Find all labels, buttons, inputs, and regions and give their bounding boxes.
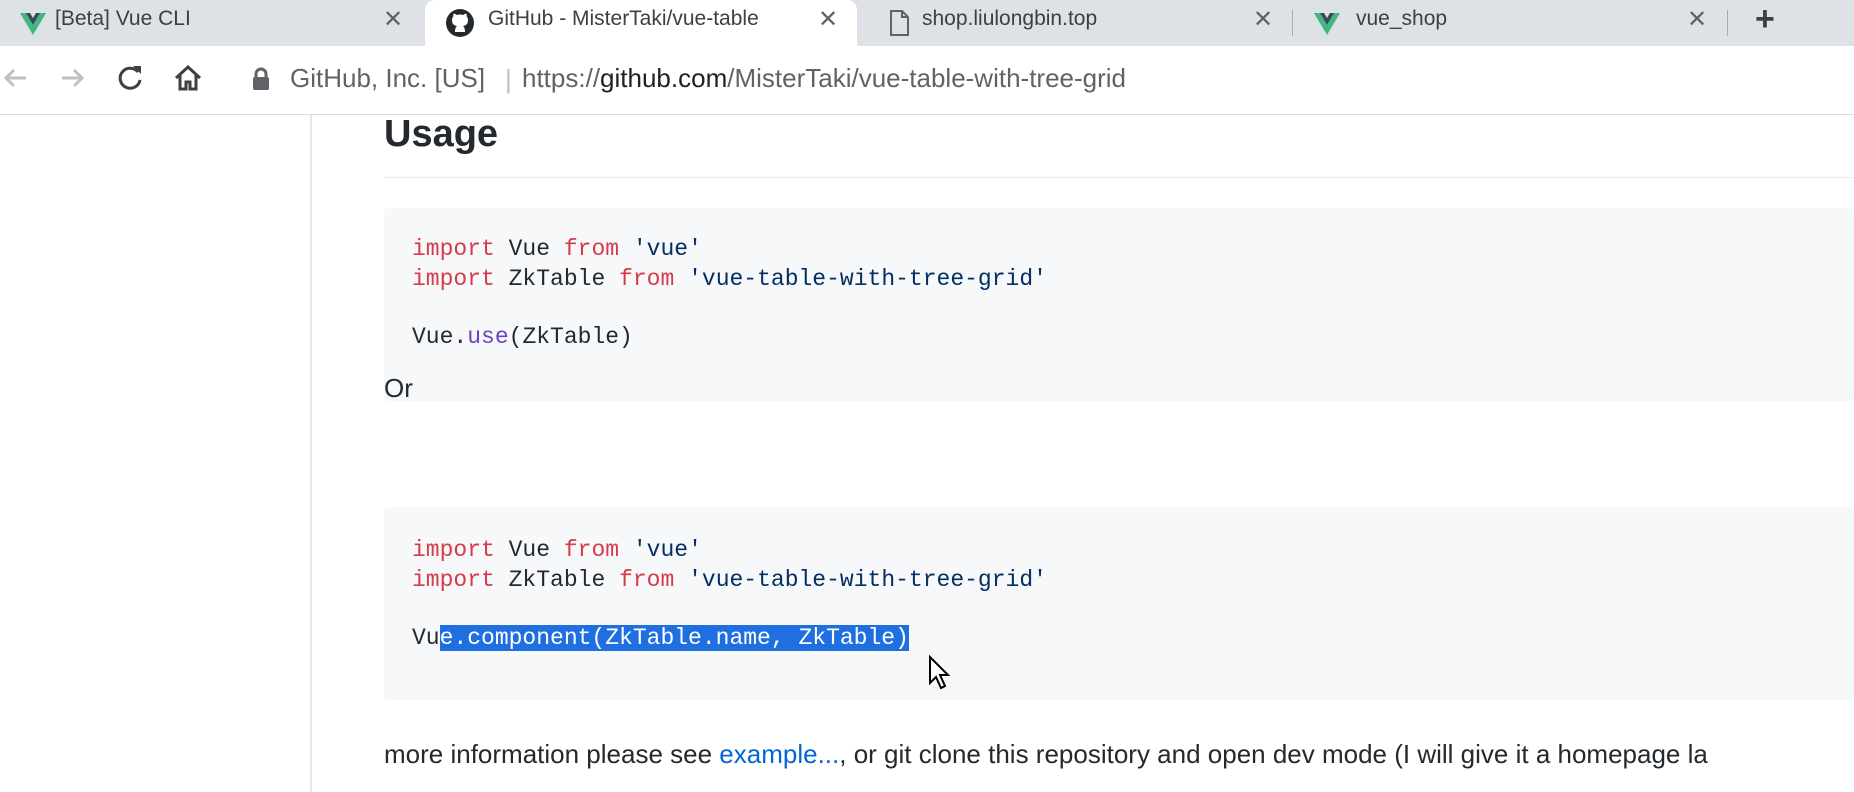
- tab-title: vue_shop: [1356, 7, 1448, 30]
- address-bar[interactable]: https://github.com/MisterTaki/vue-table-…: [522, 63, 1126, 94]
- keyword: import: [412, 266, 495, 292]
- github-icon: [446, 9, 474, 37]
- browser-toolbar: GitHub, Inc. [US] | https://github.com/M…: [0, 46, 1854, 115]
- paragraph-text: , or git clone this repository and open …: [839, 739, 1708, 769]
- tab-vue-shop[interactable]: vue_shop ✕: [1295, 0, 1727, 46]
- omnibox-separator: |: [505, 64, 512, 94]
- code-line: import Vue from 'vue': [412, 537, 702, 563]
- code-line: Vue.use(ZkTable): [412, 324, 633, 350]
- close-icon[interactable]: ✕: [1687, 5, 1707, 34]
- keyword: from: [563, 537, 620, 563]
- code-line: import ZkTable from 'vue-table-with-tree…: [412, 567, 1047, 593]
- page-heading: Usage: [384, 113, 499, 155]
- tab-title: shop.liulongbin.top: [922, 7, 1098, 30]
- code-line: Vue.component(ZkTable.name, ZkTable): [412, 625, 909, 651]
- string: 'vue-table-with-tree-grid': [674, 567, 1047, 593]
- mouse-cursor-icon: [929, 655, 951, 690]
- keyword: import: [412, 537, 495, 563]
- identifier: Vue: [494, 236, 564, 262]
- vue-icon: [1314, 13, 1340, 35]
- paragraph-text: more information please see: [384, 739, 720, 769]
- code-line: import Vue from 'vue': [412, 236, 702, 262]
- close-icon[interactable]: ✕: [818, 5, 838, 34]
- more-info-text: more information please see example..., …: [384, 739, 1708, 770]
- string: 'vue': [619, 236, 702, 262]
- keyword: from: [619, 567, 675, 593]
- string: 'vue-table-with-tree-grid': [674, 266, 1047, 292]
- code-block-1[interactable]: import Vue from 'vue' import ZkTable fro…: [384, 208, 1854, 401]
- arguments: (ZkTable): [508, 324, 633, 350]
- close-icon[interactable]: ✕: [383, 5, 403, 34]
- url-path: /MisterTaki/vue-table-with-tree-grid: [727, 63, 1127, 93]
- tab-strip: [Beta] Vue CLI ✕ GitHub - MisterTaki/vue…: [0, 0, 1854, 46]
- vue-icon: [20, 13, 46, 35]
- heading-divider: [384, 177, 1854, 178]
- reload-icon[interactable]: [110, 58, 150, 98]
- tab-separator: [1727, 10, 1728, 36]
- tab-title: [Beta] Vue CLI: [55, 7, 191, 30]
- selected-text[interactable]: e.component(ZkTable.name, ZkTable): [439, 625, 909, 651]
- url-scheme: https://: [522, 63, 601, 93]
- document-icon: [890, 10, 909, 36]
- keyword: from: [563, 236, 620, 262]
- keyword: import: [412, 236, 495, 262]
- example-link[interactable]: example...: [719, 739, 839, 769]
- readme-content: Usage import Vue from 'vue' import ZkTab…: [384, 113, 1854, 792]
- left-sidebar: [0, 115, 312, 792]
- site-identity[interactable]: GitHub, Inc. [US]: [290, 63, 485, 94]
- tab-separator: [1292, 10, 1293, 36]
- keyword: import: [412, 567, 495, 593]
- identifier: ZkTable: [494, 567, 620, 593]
- code-line: import ZkTable from 'vue-table-with-tree…: [412, 266, 1047, 292]
- new-tab-button[interactable]: +: [1755, 0, 1775, 39]
- identifier: ZkTable: [494, 266, 620, 292]
- identifier: Vu: [412, 625, 440, 651]
- close-icon[interactable]: ✕: [1253, 5, 1273, 34]
- identifier: Vue: [494, 537, 564, 563]
- or-text: Or: [384, 373, 413, 403]
- tab-shop[interactable]: shop.liulongbin.top ✕: [860, 0, 1292, 46]
- forward-icon[interactable]: [52, 58, 92, 98]
- url-host: github.com: [600, 63, 728, 93]
- code-block-2[interactable]: import Vue from 'vue' import ZkTable fro…: [384, 507, 1854, 700]
- identifier: Vue.: [412, 324, 468, 350]
- keyword: from: [619, 266, 675, 292]
- back-icon[interactable]: [0, 58, 36, 98]
- tab-title: GitHub - MisterTaki/vue-table: [488, 7, 759, 30]
- home-icon[interactable]: [168, 58, 208, 98]
- string: 'vue': [619, 537, 702, 563]
- tab-github[interactable]: GitHub - MisterTaki/vue-table ✕: [425, 0, 857, 46]
- function-name: use: [467, 324, 509, 350]
- tab-vue-cli[interactable]: [Beta] Vue CLI ✕: [0, 0, 422, 46]
- lock-icon[interactable]: [250, 66, 272, 92]
